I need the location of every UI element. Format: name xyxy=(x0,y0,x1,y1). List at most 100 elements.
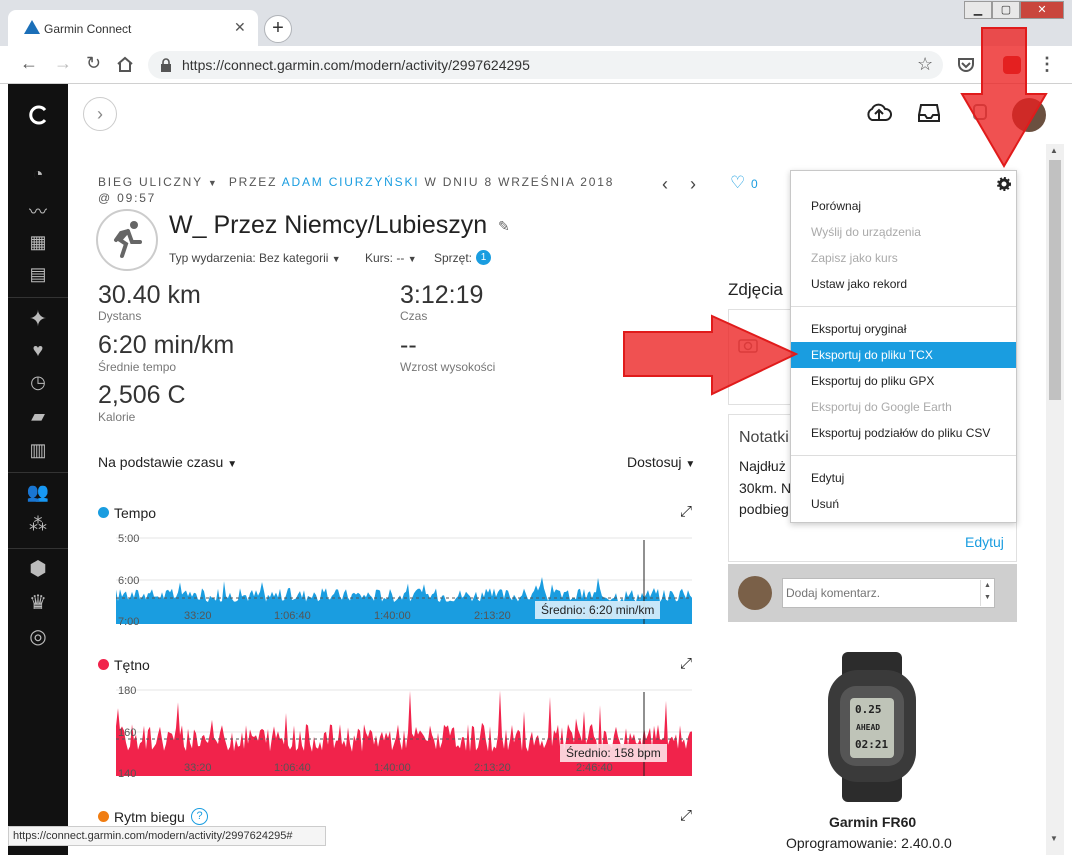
badges-icon[interactable]: ⬢ xyxy=(8,556,68,581)
scroll-up-icon[interactable]: ▲ xyxy=(1050,146,1058,155)
menu-item-edit[interactable]: Edytuj xyxy=(811,471,844,485)
y-tick: 7:00 xyxy=(118,616,140,628)
shoe-icon[interactable]: ▰ xyxy=(8,406,68,427)
edit-pencil-icon[interactable]: ✎ xyxy=(498,218,510,235)
y-tick: 6:00 xyxy=(118,575,140,587)
gear-icon[interactable] xyxy=(997,177,1011,191)
previous-activity-icon[interactable]: ‹ xyxy=(662,174,668,195)
expand-chart-icon[interactable]: ⤢ xyxy=(680,807,692,824)
expand-nav-button[interactable]: › xyxy=(83,97,117,131)
trophy-icon[interactable]: ♛ xyxy=(8,590,68,615)
cadence-chart-title: Rytm biegu xyxy=(114,809,185,825)
chevron-down-icon[interactable]: ▼ xyxy=(208,178,219,188)
menu-item-export-gpx[interactable]: Eksportuj do pliku GPX xyxy=(811,374,934,388)
y-tick: 140 xyxy=(118,768,137,780)
tempo-chart-title: Tempo xyxy=(114,505,157,521)
customize-select[interactable]: Dostosuj ▼ xyxy=(627,454,695,470)
author-link[interactable]: ADAM CIURZYŃSKI xyxy=(282,175,420,189)
forward-icon[interactable]: → xyxy=(54,53,72,74)
url-text: https://connect.garmin.com/modern/activi… xyxy=(182,57,530,73)
notes-line: 30km. N xyxy=(739,480,792,496)
connections-icon[interactable]: 👥 xyxy=(8,482,68,503)
edit-notes-link[interactable]: Edytuj xyxy=(965,534,1004,550)
menu-item-export-original[interactable]: Eksportuj oryginał xyxy=(811,322,906,336)
menu-item-export-splits-csv[interactable]: Eksportuj podziałów do pliku CSV xyxy=(811,426,990,440)
comment-input-field[interactable] xyxy=(784,580,974,606)
garmin-connect-logo-icon[interactable] xyxy=(27,104,49,126)
photos-title: Zdjęcia xyxy=(728,280,783,299)
menu-item-save-as-course[interactable]: Zapisz jako kurs xyxy=(811,251,898,265)
menu-item-compare[interactable]: Porównaj xyxy=(811,199,861,213)
commenter-avatar xyxy=(738,576,772,610)
home-icon[interactable] xyxy=(116,56,134,73)
person-icon[interactable]: ✦ xyxy=(8,306,68,332)
stats-icon[interactable]: ▥ xyxy=(8,440,68,461)
event-type-label: Typ wydarzenia: Bez kategorii xyxy=(169,251,329,265)
x-tick: 33:20 xyxy=(184,610,212,622)
activity-title[interactable]: W_ Przez Niemcy/Lubieszyn xyxy=(169,211,487,240)
stopwatch-icon[interactable]: ◷ xyxy=(8,372,68,393)
stat-value: 2,506 C xyxy=(98,381,186,409)
heart-rate-chart-title: Tętno xyxy=(114,657,150,673)
stat-value: 3:12:19 xyxy=(400,281,484,309)
chart-basis-label: Na podstawie czasu xyxy=(98,454,224,470)
reload-icon[interactable]: ↻ xyxy=(86,53,101,74)
activities-icon[interactable]: 〰 xyxy=(8,198,68,224)
x-tick: 1:06:40 xyxy=(274,762,311,774)
menu-item-export-google-earth[interactable]: Eksportuj do Google Earth xyxy=(811,400,952,414)
breadcrumb-by: PRZEZ xyxy=(228,175,278,189)
course-select[interactable]: Kurs: -- ▼ xyxy=(365,251,417,265)
like-count: 0 xyxy=(751,177,758,191)
heart-icon[interactable]: ♥ xyxy=(8,340,68,361)
gear-label[interactable]: Sprzęt: xyxy=(434,251,472,265)
extension-icon[interactable] xyxy=(1003,56,1021,74)
reports-icon[interactable]: ▤ xyxy=(8,264,68,285)
calendar-icon[interactable]: ▦ xyxy=(8,232,68,253)
expand-chart-icon[interactable]: ⤢ xyxy=(680,503,692,520)
camera-icon[interactable] xyxy=(738,337,758,353)
menu-item-delete[interactable]: Usuń xyxy=(811,497,839,511)
close-window-button[interactable]: ✕ xyxy=(1020,1,1064,19)
event-type-select[interactable]: Typ wydarzenia: Bez kategorii ▼ xyxy=(169,251,341,265)
garmin-logo-icon xyxy=(24,20,40,34)
next-activity-icon[interactable]: › xyxy=(690,174,696,195)
scrollbar-thumb[interactable] xyxy=(1049,160,1061,400)
browser-menu-icon[interactable]: ⋮ xyxy=(1038,54,1056,75)
bookmark-star-icon[interactable]: ☆ xyxy=(917,54,933,75)
target-icon[interactable]: ◎ xyxy=(8,624,68,649)
help-icon[interactable]: ? xyxy=(191,808,208,825)
stat-value: 6:20 min/km xyxy=(98,331,235,359)
user-avatar[interactable] xyxy=(1012,98,1046,132)
y-tick: 5:00 xyxy=(118,533,140,545)
minimize-button[interactable]: ▁ xyxy=(964,1,992,19)
scroll-down-icon[interactable]: ▼ xyxy=(1050,834,1058,843)
groups-icon[interactable]: ⁂ xyxy=(8,514,68,535)
like-heart-icon[interactable]: ♡ xyxy=(730,173,745,193)
watch-screen-text: 0.25 xyxy=(855,703,882,716)
menu-item-send-to-device[interactable]: Wyślij do urządzenia xyxy=(811,225,921,239)
device-firmware: Oprogramowanie: 2.40.0.0 xyxy=(786,835,952,851)
heart-rate-average-label: Średnio: 158 bpm xyxy=(560,744,667,762)
menu-item-export-tcx[interactable]: Eksportuj do pliku TCX xyxy=(811,348,933,362)
inbox-icon[interactable] xyxy=(918,103,940,123)
maximize-button[interactable]: ▢ xyxy=(992,1,1020,19)
gear-count-badge[interactable]: 1 xyxy=(476,250,491,265)
pocket-icon[interactable] xyxy=(957,57,975,73)
upload-icon[interactable] xyxy=(866,102,892,124)
chart-basis-select[interactable]: Na podstawie czasu ▼ xyxy=(98,454,237,470)
y-tick: 160 xyxy=(118,727,137,739)
device-icon[interactable] xyxy=(972,100,988,124)
chevron-down-icon: ▼ xyxy=(227,459,238,470)
activity-type[interactable]: BIEG ULICZNY xyxy=(98,175,203,189)
comment-spinner[interactable]: ▲ ▼ xyxy=(980,580,994,606)
expand-chart-icon[interactable]: ⤢ xyxy=(680,655,692,672)
tab-close-icon[interactable]: ✕ xyxy=(234,19,246,36)
dashboard-icon[interactable]: ◔ xyxy=(8,164,68,185)
app-header xyxy=(68,84,1062,144)
menu-item-set-as-record[interactable]: Ustaw jako rekord xyxy=(811,277,907,291)
notes-line: Najdłuż xyxy=(739,458,786,474)
new-tab-button[interactable]: + xyxy=(264,15,292,43)
stat-label: Wzrost wysokości xyxy=(400,360,496,374)
back-icon[interactable]: ← xyxy=(20,53,38,74)
cadence-legend-dot xyxy=(98,811,109,822)
